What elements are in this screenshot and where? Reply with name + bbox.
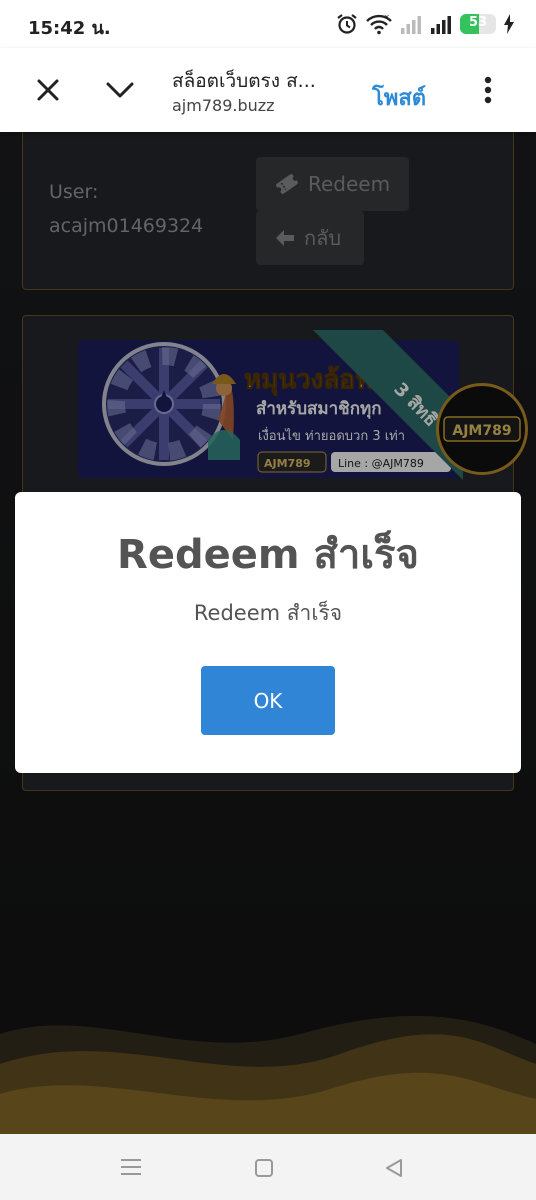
status-bar: 15:42 น. × 53	[0, 0, 536, 48]
more-options-icon[interactable]	[476, 72, 500, 108]
status-icons: × 53	[336, 12, 514, 36]
dialog-title: Redeem สำเร็จ	[117, 532, 419, 578]
clock: 15:42 น.	[28, 18, 111, 39]
back-nav-icon[interactable]	[384, 1158, 404, 1178]
svg-text:×: ×	[384, 13, 390, 21]
signal-icon	[431, 16, 451, 34]
success-dialog: Redeem สำเร็จ Redeem สำเร็จ OK	[15, 492, 521, 773]
alarm-icon	[337, 14, 357, 34]
page-title: สล็อตเว็บตรง ส...	[172, 70, 316, 92]
charging-icon	[504, 14, 514, 34]
home-icon[interactable]	[254, 1158, 274, 1178]
recents-icon[interactable]	[120, 1158, 142, 1176]
custom-tab-toolbar: สล็อตเว็บตรง ส... ajm789.buzz โพสต์	[0, 48, 536, 132]
dialog-message: Redeem สำเร็จ	[193, 601, 343, 625]
ok-button[interactable]: OK	[201, 666, 335, 735]
wifi-icon: ×	[366, 13, 392, 35]
post-button[interactable]: โพสต์	[372, 80, 426, 115]
battery-indicator: 53	[460, 14, 496, 34]
page-url: ajm789.buzz	[172, 96, 275, 115]
battery-label: 53	[468, 15, 488, 30]
chevron-down-icon[interactable]	[100, 72, 140, 108]
close-icon[interactable]	[30, 72, 66, 108]
system-nav-bar	[0, 1134, 536, 1200]
signal-weak-icon	[401, 16, 421, 34]
